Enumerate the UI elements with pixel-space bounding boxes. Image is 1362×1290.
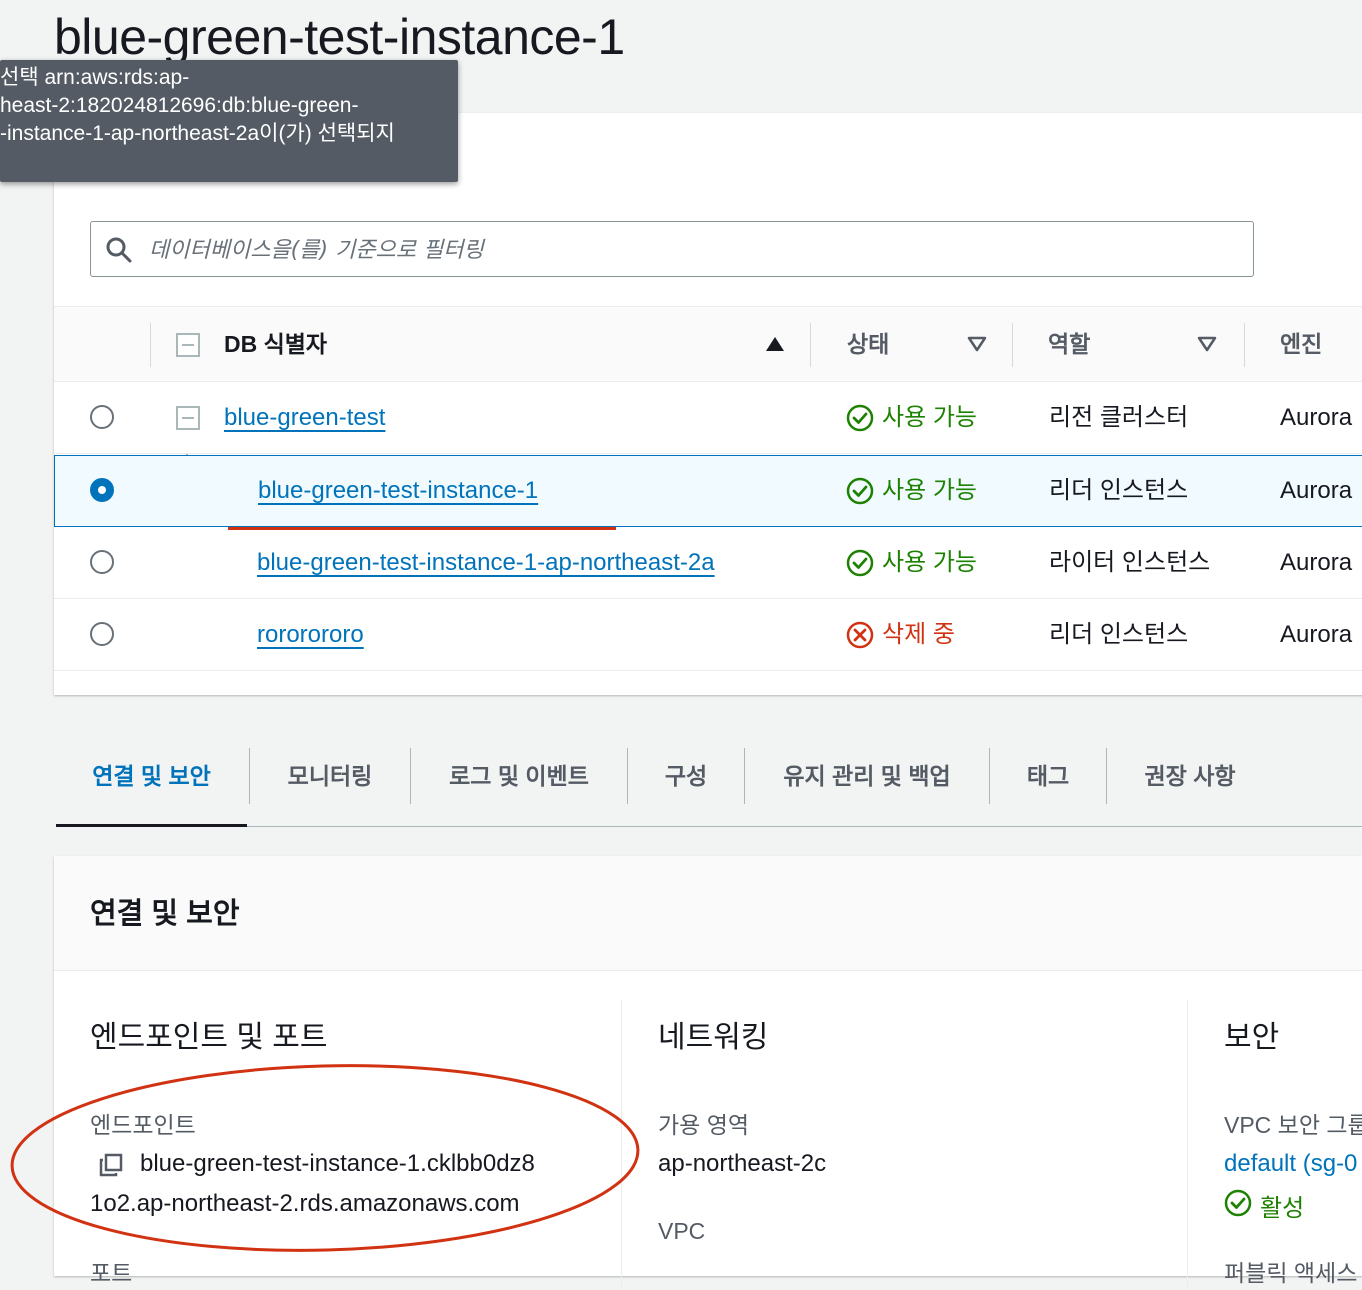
sort-ascending-icon[interactable] [764,335,786,353]
availability-zone-label: 가용 영역 [658,1112,750,1138]
table-row-selected[interactable]: blue-green-test-instance-1 사용 가능 리더 인스턴스… [54,455,1362,527]
table-row[interactable]: blue-green-test 사용 가능 리전 클러스터 Aurora [54,382,1362,454]
engine-cell: Aurora [1280,621,1353,648]
tab-configuration[interactable]: 구성 [628,742,744,824]
table-row[interactable]: rororororo 삭제 중 리더 인스턴스 Aurora [54,599,1362,671]
tooltip-line: 선택 arn:aws:rds:ap- [0,66,190,89]
tooltip-line: -instance-1-ap-northeast-2a이(가) 선택되지 [0,122,395,145]
status-text: 사용 가능 [882,549,977,576]
role-cell: 라이터 인스턴스 [1049,549,1211,576]
availability-zone-value: ap-northeast-2c [658,1150,827,1177]
tab-tags[interactable]: 태그 [990,742,1106,824]
vpc-security-group-label: VPC 보안 그룹 [1224,1112,1362,1138]
engine-cell: Aurora [1280,549,1353,576]
column-header-engine[interactable]: 엔진 [1280,307,1322,381]
db-identifier-link[interactable]: blue-green-test-instance-1-ap-northeast-… [257,527,715,599]
table-header: DB 식별자 상태 역할 엔진 [54,306,1362,382]
tab-logs-events[interactable]: 로그 및 이벤트 [411,742,627,824]
tab-recommendations[interactable]: 권장 사항 [1107,742,1273,824]
tab-connectivity-security[interactable]: 연결 및 보안 [56,742,247,827]
arn-tooltip: 선택 arn:aws:rds:ap- heast-2:182024812696:… [0,60,458,182]
sort-role-icon[interactable] [1196,335,1218,353]
db-identifier-link[interactable]: rororororo [257,599,364,671]
check-circle-icon [846,549,874,577]
row-radio[interactable] [90,550,114,574]
tab-maintenance-backup[interactable]: 유지 관리 및 백업 [745,742,989,824]
role-cell: 리전 클러스터 [1049,404,1189,431]
annotation-underline [228,527,616,530]
db-identifier-link[interactable]: blue-green-test-instance-1 [258,455,538,527]
engine-cell: Aurora [1280,404,1353,431]
security-group-link[interactable]: default (sg-0 [1224,1150,1357,1178]
status-text: 사용 가능 [882,404,977,431]
status-text: 사용 가능 [882,477,977,504]
collapse-all-icon[interactable] [176,333,200,357]
check-circle-icon [1224,1189,1252,1217]
collapse-cluster-icon[interactable] [176,406,200,430]
tab-monitoring[interactable]: 모니터링 [250,742,410,824]
vpc-label: VPC [658,1218,706,1244]
annotation-ellipse [10,1064,640,1252]
detail-tabs: 연결 및 보안 모니터링 로그 및 이벤트 구성 유지 관리 및 백업 태그 권… [56,742,1362,827]
table-row[interactable]: blue-green-test-instance-1-ap-northeast-… [54,527,1362,599]
panel-title: 연결 및 보안 [90,898,240,930]
panel-header: 연결 및 보안 [54,856,1362,971]
status-text: 삭제 중 [882,621,955,648]
column-header-role[interactable]: 역할 [1048,307,1090,381]
row-radio-selected[interactable] [90,478,114,502]
error-circle-icon [846,621,874,649]
role-cell: 리더 인스턴스 [1049,621,1189,648]
sort-status-icon[interactable] [966,335,988,353]
filter-box[interactable] [90,221,1254,277]
engine-cell: Aurora [1280,477,1353,504]
check-circle-icon [846,404,874,432]
filter-input[interactable] [147,232,1241,268]
search-icon [106,237,132,263]
tooltip-line: heast-2:182024812696:db:blue-green- [0,94,359,117]
security-section-title: 보안 [1224,1021,1280,1054]
row-radio[interactable] [90,622,114,646]
column-header-status[interactable]: 상태 [847,307,889,381]
role-cell: 리더 인스턴스 [1049,477,1189,504]
page-title: blue-green-test-instance-1 [54,9,625,65]
databases-panel: DB 식별자 상태 역할 엔진 blue-green-test 사용 가능 리전… [54,113,1362,695]
db-identifier-link[interactable]: blue-green-test [224,382,385,454]
networking-section-title: 네트워킹 [658,1021,769,1054]
public-access-label: 퍼블릭 액세스 [1224,1260,1358,1286]
row-radio[interactable] [90,405,114,429]
security-group-status: 활성 [1260,1195,1305,1222]
column-header-id[interactable]: DB 식별자 [224,307,327,381]
check-circle-icon [846,477,874,505]
